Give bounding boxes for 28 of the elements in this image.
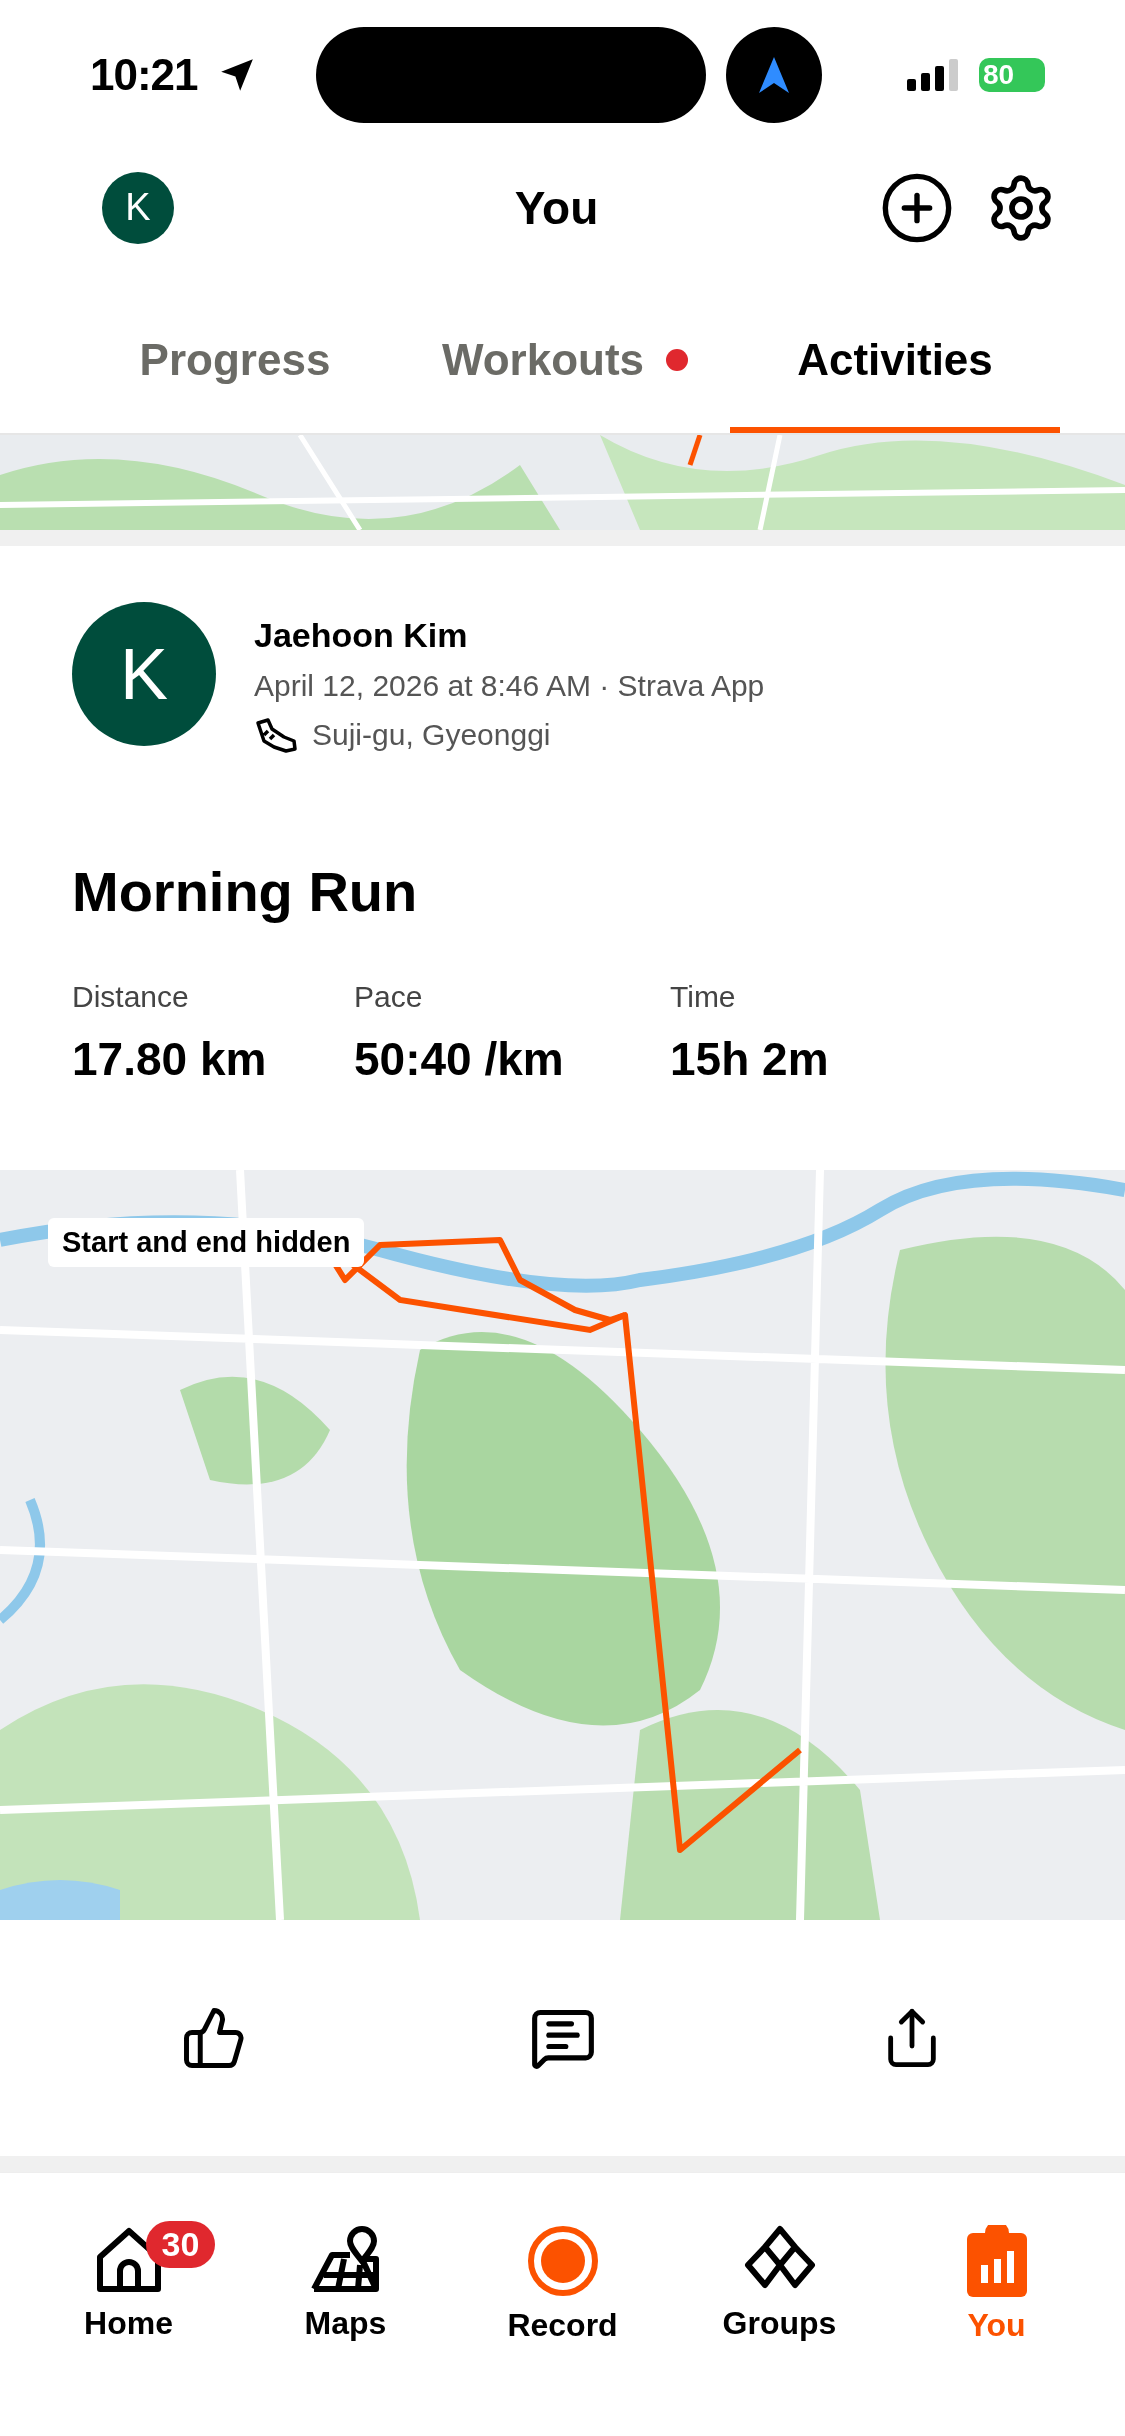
status-time: 10:21 [90, 50, 198, 100]
stat-value: 17.80 km [72, 1032, 268, 1086]
map-notice: Start and end hidden [48, 1218, 365, 1267]
nav-tab[interactable]: Groups [684, 2225, 875, 2375]
nav-tab[interactable]: Maps [250, 2225, 441, 2375]
stat-label: Pace [354, 980, 424, 1014]
navigation-arrow-icon [756, 55, 791, 95]
notification-count: 30 [145, 2221, 216, 2268]
map-pin-icon [309, 2225, 382, 2295]
record-icon [526, 2225, 599, 2297]
stat-value: 15h 2m [670, 1032, 830, 1086]
stat-label: Distance [72, 980, 190, 1014]
activity-title[interactable]: Morning Run [72, 859, 1053, 924]
profile-avatar[interactable]: K [102, 171, 174, 244]
battery-level: 80 [983, 59, 1015, 91]
clipboard-chart-icon [964, 2225, 1029, 2297]
activity-location: Suji-gu, Gyeonggi [312, 718, 551, 752]
page-title: You [513, 180, 600, 235]
activity-meta: April 12, 2026 at 8:46 AM · Strava App [254, 669, 765, 703]
nav-tab[interactable]: Record [467, 2225, 658, 2375]
shoe-icon [254, 717, 298, 753]
tab[interactable]: Workouts [400, 265, 730, 433]
athlete-name[interactable]: Jaehoon Kim [254, 616, 765, 655]
tab[interactable]: Progress [70, 265, 400, 433]
signal-icon [907, 59, 959, 91]
athlete-avatar[interactable]: K [72, 602, 216, 746]
stat-value: 50:40 /km [354, 1032, 565, 1086]
stat-label: Time [670, 980, 737, 1014]
